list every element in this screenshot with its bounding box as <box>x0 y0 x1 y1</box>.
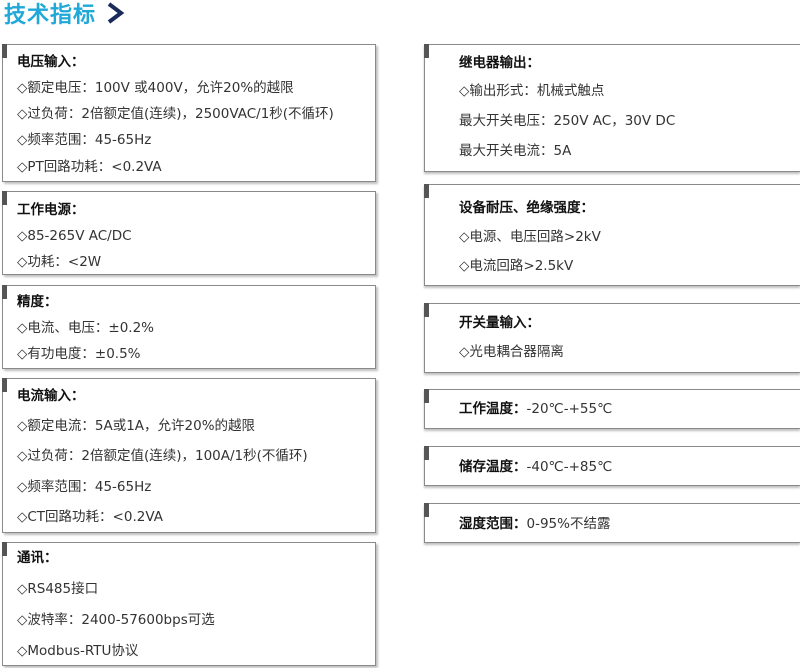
section-heading: 通讯： <box>17 550 58 566</box>
humidity-range-section: 湿度范围：0-95%不结露 <box>424 503 800 543</box>
section-heading: 开关量输入： <box>459 315 540 331</box>
section-heading: 工作温度： <box>459 401 527 417</box>
spec-line: 湿度范围：0-95%不结露 <box>459 515 610 533</box>
spec-item: ◇过负荷：2倍额定值(连续)，2500VAC/1秒(不循环) <box>17 106 334 122</box>
spec-item: ◇输出形式：机械式触点 <box>459 83 605 99</box>
spec-item: 最大开关电压：250V AC，30V DC <box>459 113 676 129</box>
storage-temperature-section: 储存温度：-40℃-+85℃ <box>424 446 800 486</box>
section-heading: 设备耐压、绝缘强度： <box>459 200 594 216</box>
spec-item: 最大开关电流：5A <box>459 143 572 159</box>
spec-line: 储存温度：-40℃-+85℃ <box>459 458 612 476</box>
spec-item: ◇有功电度：±0.5% <box>17 346 141 362</box>
spec-item: ◇额定电流：5A或1A，允许20%的越限 <box>17 418 256 434</box>
section-heading: 精度： <box>17 294 58 310</box>
spec-value: -40℃-+85℃ <box>526 459 613 475</box>
accuracy-section: 精度： ◇电流、电压：±0.2% ◇有功电度：±0.5% <box>2 285 376 369</box>
spec-item: ◇电源、电压回路>2kV <box>459 229 601 245</box>
spec-item: ◇85-265V AC/DC <box>17 228 132 244</box>
spec-item: ◇光电耦合器隔离 <box>459 344 564 360</box>
communication-section: 通讯： ◇RS485接口 ◇波特率：2400-57600bps可选 ◇Modbu… <box>2 542 376 666</box>
chevron-right-icon <box>107 2 125 24</box>
operating-temperature-section: 工作温度：-20℃-+55℃ <box>424 389 800 429</box>
spec-item: ◇频率范围：45-65Hz <box>17 479 152 495</box>
digital-input-section: 开关量输入： ◇光电耦合器隔离 <box>424 303 800 373</box>
spec-item: ◇PT回路功耗：<0.2VA <box>17 159 162 175</box>
spec-item: ◇频率范围：45-65Hz <box>17 132 152 148</box>
page-title-bar: 技术指标 <box>4 0 126 28</box>
spec-item: ◇RS485接口 <box>17 581 99 597</box>
spec-item: ◇波特率：2400-57600bps可选 <box>17 612 215 628</box>
spec-item: ◇电流、电压：±0.2% <box>17 320 154 336</box>
spec-line: 工作温度：-20℃-+55℃ <box>459 400 612 418</box>
section-heading: 储存温度： <box>459 459 527 475</box>
section-heading: 工作电源： <box>17 202 85 218</box>
spec-item: ◇过负荷：2倍额定值(连续)，100A/1秒(不循环) <box>17 448 308 464</box>
current-input-section: 电流输入： ◇额定电流：5A或1A，允许20%的越限 ◇过负荷：2倍额定值(连续… <box>2 378 376 533</box>
insulation-strength-section: 设备耐压、绝缘强度： ◇电源、电压回路>2kV ◇电流回路>2.5kV <box>424 184 800 286</box>
spec-value: -20℃-+55℃ <box>526 401 613 417</box>
power-supply-section: 工作电源： ◇85-265V AC/DC ◇功耗：<2W <box>2 191 376 275</box>
section-heading: 电流输入： <box>17 388 85 404</box>
section-heading: 电压输入： <box>17 54 85 70</box>
voltage-input-section: 电压输入： ◇额定电压：100V 或400V，允许20%的越限 ◇过负荷：2倍额… <box>2 44 376 182</box>
spec-item: ◇Modbus-RTU协议 <box>17 643 139 659</box>
section-heading: 继电器输出： <box>459 55 540 71</box>
page-title: 技术指标 <box>4 3 97 28</box>
spec-item: ◇电流回路>2.5kV <box>459 258 574 274</box>
spec-item: ◇额定电压：100V 或400V，允许20%的越限 <box>17 80 294 96</box>
spec-item: ◇CT回路功耗：<0.2VA <box>17 509 163 525</box>
spec-value: 0-95%不结露 <box>526 516 611 532</box>
relay-output-section: 继电器输出： ◇输出形式：机械式触点 最大开关电压：250V AC，30V DC… <box>424 44 800 172</box>
spec-item: ◇功耗：<2W <box>17 254 102 270</box>
section-heading: 湿度范围： <box>459 516 527 532</box>
